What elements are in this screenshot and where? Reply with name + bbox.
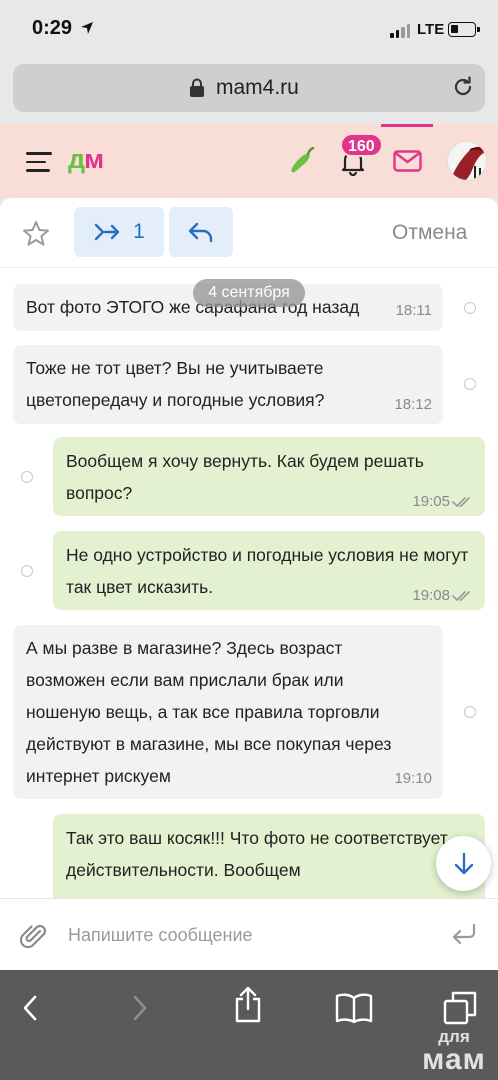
reload-icon[interactable]	[451, 75, 475, 99]
forward-button[interactable]: 1	[74, 207, 164, 257]
message-time: 18:11	[395, 302, 432, 319]
location-arrow-icon	[81, 22, 93, 34]
dialog-panel: 1 Отмена 4 сентября Вот фото ЭТОГО же са…	[0, 198, 498, 970]
share-button[interactable]	[226, 984, 270, 1024]
message-bubble-incoming[interactable]: А мы разве в магазине? Здесь возраст воз…	[13, 625, 443, 799]
read-check-icon	[452, 497, 470, 507]
message-input[interactable]	[68, 920, 428, 950]
pepper-icon[interactable]	[286, 144, 316, 176]
message-time: 19:05	[412, 493, 450, 510]
active-tab-indicator	[381, 124, 433, 127]
menu-icon[interactable]	[26, 152, 52, 172]
forward-nav-button[interactable]	[118, 988, 162, 1028]
avatar-image	[448, 142, 486, 180]
message-action-bar: 1 Отмена	[0, 198, 498, 268]
message-text: Не одно устройство и погодные условия не…	[66, 545, 469, 597]
tabs-button[interactable]	[438, 988, 482, 1028]
reply-button[interactable]	[169, 207, 233, 257]
url-text: mam4.ru	[216, 76, 299, 99]
message-composer	[0, 898, 498, 970]
message-time: 18:12	[394, 396, 432, 413]
bookmarks-icon	[335, 993, 373, 1024]
date-separator: 4 сентября	[193, 279, 305, 307]
site-logo[interactable]: дм	[68, 144, 104, 175]
avatar[interactable]	[447, 141, 487, 181]
address-bar[interactable]: mam4.ru	[13, 64, 485, 112]
forward-count: 1	[133, 220, 145, 243]
status-bar: 0:29 LTE	[0, 0, 498, 60]
cancel-button[interactable]: Отмена	[392, 221, 467, 245]
message-select-radio[interactable]	[464, 378, 476, 390]
message-text: Вот фото ЭТОГО же сарафана год назад	[26, 297, 360, 317]
status-time: 0:29	[32, 17, 73, 39]
bookmarks-button[interactable]	[332, 988, 376, 1028]
network-type: LTE	[417, 21, 445, 38]
message-time: 19:10	[394, 770, 432, 787]
back-button[interactable]	[8, 988, 52, 1028]
signal-icon	[390, 24, 410, 38]
message-text: Тоже не тот цвет? Вы не учитываете цвето…	[26, 358, 325, 410]
share-icon	[235, 986, 261, 1023]
paperclip-icon[interactable]	[20, 922, 48, 950]
reply-icon	[188, 222, 213, 243]
message-bubble-incoming[interactable]: Тоже не тот цвет? Вы не учитываете цвето…	[13, 345, 443, 424]
message-select-radio[interactable]	[21, 565, 33, 577]
browser-url-area: mam4.ru	[0, 60, 498, 124]
forward-nav-icon	[133, 995, 147, 1021]
forward-icon	[94, 223, 120, 241]
message-time: 19:08	[412, 587, 450, 604]
message-text: Вообщем я хочу вернуть. Как будем решать…	[66, 451, 424, 503]
mail-icon[interactable]	[393, 150, 422, 172]
message-select-radio[interactable]	[464, 302, 476, 314]
message-select-radio[interactable]	[464, 706, 476, 718]
scroll-to-bottom-button[interactable]	[436, 836, 491, 891]
watermark-line2: мам	[422, 1043, 486, 1076]
message-text: А мы разве в магазине? Здесь возраст воз…	[26, 638, 392, 786]
message-text: Так это ваш косяк!!! Что фото не соответ…	[66, 828, 448, 880]
notification-badge[interactable]: 160	[340, 133, 383, 157]
message-bubble-outgoing[interactable]: Вообщем я хочу вернуть. Как будем решать…	[53, 437, 485, 516]
message-select-radio[interactable]	[21, 471, 33, 483]
battery-icon	[448, 22, 480, 37]
send-icon[interactable]	[450, 922, 478, 946]
watermark: для мам	[412, 1028, 496, 1075]
read-check-icon	[452, 591, 470, 601]
arrow-down-icon	[454, 852, 473, 874]
tabs-icon	[443, 991, 477, 1025]
star-icon[interactable]	[22, 220, 50, 247]
message-bubble-outgoing[interactable]: Не одно устройство и погодные условия не…	[53, 531, 485, 610]
site-header: дм 160	[0, 124, 498, 198]
lock-icon	[190, 78, 204, 97]
back-icon	[23, 995, 37, 1021]
